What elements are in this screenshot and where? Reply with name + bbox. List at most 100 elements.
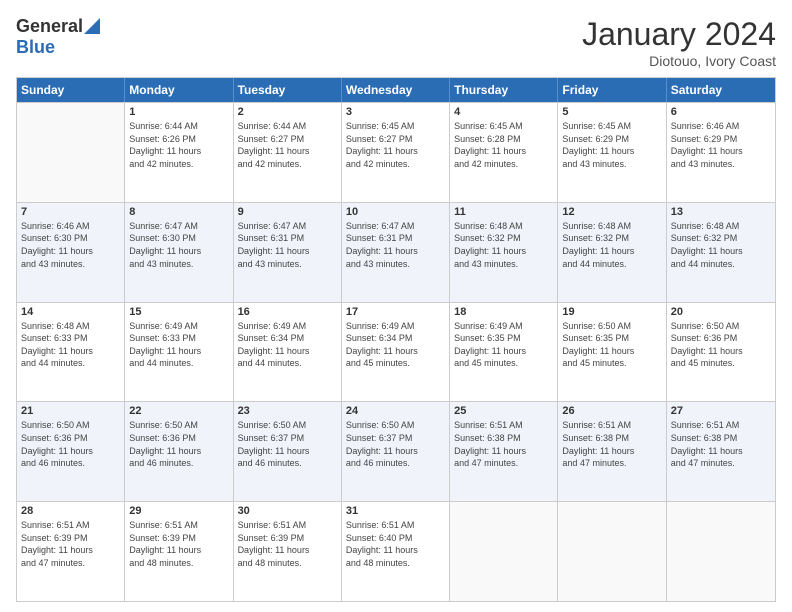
- logo-general: General: [16, 16, 83, 37]
- calendar-title: January 2024: [582, 16, 776, 53]
- day-number: 22: [129, 405, 228, 417]
- calendar-week-2: 7 Sunrise: 6:46 AM Sunset: 6:30 PM Daylig…: [17, 202, 775, 302]
- day-content: Sunrise: 6:50 AM Sunset: 6:37 PM Dayligh…: [346, 419, 445, 469]
- calendar-cell: 21Sunrise: 6:50 AM Sunset: 6:36 PM Dayli…: [17, 402, 125, 501]
- day-number: 20: [671, 306, 771, 318]
- calendar-cell: 27Sunrise: 6:51 AM Sunset: 6:38 PM Dayli…: [667, 402, 775, 501]
- calendar-header-cell-saturday: Saturday: [667, 78, 775, 102]
- day-number: 8: [129, 206, 228, 218]
- calendar-cell: 20 Sunrise: 6:50 AM Sunset: 6:36 PM Dayli…: [667, 303, 775, 402]
- day-content: Sunrise: 6:49 AM Sunset: 6:33 PM Dayligh…: [129, 320, 228, 370]
- calendar-cell: 11Sunrise: 6:48 AM Sunset: 6:32 PM Dayli…: [450, 203, 558, 302]
- day-number: 27: [671, 405, 771, 417]
- calendar-cell: 1Sunrise: 6:44 AM Sunset: 6:26 PM Daylig…: [125, 103, 233, 202]
- day-content: Sunrise: 6:48 AM Sunset: 6:32 PM Dayligh…: [454, 220, 553, 270]
- day-number: 4: [454, 106, 553, 118]
- day-number: 14: [21, 306, 120, 318]
- day-content: Sunrise: 6:45 AM Sunset: 6:28 PM Dayligh…: [454, 120, 553, 170]
- day-number: 24: [346, 405, 445, 417]
- day-content: Sunrise: 6:49 AM Sunset: 6:35 PM Dayligh…: [454, 320, 553, 370]
- day-content: Sunrise: 6:49 AM Sunset: 6:34 PM Dayligh…: [346, 320, 445, 370]
- day-content: Sunrise: 6:47 AM Sunset: 6:31 PM Dayligh…: [238, 220, 337, 270]
- calendar-week-3: 14 Sunrise: 6:48 AM Sunset: 6:33 PM Dayli…: [17, 302, 775, 402]
- calendar-cell: 14 Sunrise: 6:48 AM Sunset: 6:33 PM Dayli…: [17, 303, 125, 402]
- day-content: Sunrise: 6:47 AM Sunset: 6:31 PM Dayligh…: [346, 220, 445, 270]
- header: General Blue January 2024 Diotouo, Ivory…: [16, 16, 776, 69]
- day-number: 18: [454, 306, 553, 318]
- day-number: 19: [562, 306, 661, 318]
- calendar-cell: 17 Sunrise: 6:49 AM Sunset: 6:34 PM Dayli…: [342, 303, 450, 402]
- calendar-cell: 9 Sunrise: 6:47 AM Sunset: 6:31 PM Daylig…: [234, 203, 342, 302]
- day-number: 6: [671, 106, 771, 118]
- calendar-cell: 23 Sunrise: 6:50 AM Sunset: 6:37 PM Dayli…: [234, 402, 342, 501]
- day-content: Sunrise: 6:49 AM Sunset: 6:34 PM Dayligh…: [238, 320, 337, 370]
- calendar-header-cell-sunday: Sunday: [17, 78, 125, 102]
- calendar-cell: 31Sunrise: 6:51 AM Sunset: 6:40 PM Dayli…: [342, 502, 450, 601]
- day-number: 12: [562, 206, 661, 218]
- day-content: Sunrise: 6:51 AM Sunset: 6:39 PM Dayligh…: [21, 519, 120, 569]
- day-number: 30: [238, 505, 337, 517]
- day-number: 21: [21, 405, 120, 417]
- day-content: Sunrise: 6:48 AM Sunset: 6:32 PM Dayligh…: [562, 220, 661, 270]
- calendar-header-cell-thursday: Thursday: [450, 78, 558, 102]
- day-content: Sunrise: 6:50 AM Sunset: 6:35 PM Dayligh…: [562, 320, 661, 370]
- calendar-cell: 24 Sunrise: 6:50 AM Sunset: 6:37 PM Dayli…: [342, 402, 450, 501]
- day-number: 9: [238, 206, 337, 218]
- day-content: Sunrise: 6:45 AM Sunset: 6:27 PM Dayligh…: [346, 120, 445, 170]
- calendar-header-cell-tuesday: Tuesday: [234, 78, 342, 102]
- calendar-cell: 30 Sunrise: 6:51 AM Sunset: 6:39 PM Dayli…: [234, 502, 342, 601]
- day-content: Sunrise: 6:47 AM Sunset: 6:30 PM Dayligh…: [129, 220, 228, 270]
- day-content: Sunrise: 6:50 AM Sunset: 6:36 PM Dayligh…: [671, 320, 771, 370]
- calendar-cell: 29 Sunrise: 6:51 AM Sunset: 6:39 PM Dayli…: [125, 502, 233, 601]
- day-number: 7: [21, 206, 120, 218]
- calendar-week-4: 21 Sunrise: 6:50 AM Sunset: 6:36 PM Dayli…: [17, 401, 775, 501]
- calendar-cell: 5Sunrise: 6:45 AM Sunset: 6:29 PM Daylig…: [558, 103, 666, 202]
- calendar-cell: 7 Sunrise: 6:46 AM Sunset: 6:30 PM Daylig…: [17, 203, 125, 302]
- title-section: January 2024 Diotouo, Ivory Coast: [582, 16, 776, 69]
- calendar-header-cell-monday: Monday: [125, 78, 233, 102]
- day-content: Sunrise: 6:44 AM Sunset: 6:27 PM Dayligh…: [238, 120, 337, 170]
- calendar-cell: 16 Sunrise: 6:49 AM Sunset: 6:34 PM Dayli…: [234, 303, 342, 402]
- day-number: 1: [129, 106, 228, 118]
- day-content: Sunrise: 6:51 AM Sunset: 6:38 PM Dayligh…: [454, 419, 553, 469]
- logo-blue: Blue: [16, 37, 55, 57]
- day-content: Sunrise: 6:50 AM Sunset: 6:37 PM Dayligh…: [238, 419, 337, 469]
- day-content: Sunrise: 6:48 AM Sunset: 6:32 PM Dayligh…: [671, 220, 771, 270]
- day-content: Sunrise: 6:50 AM Sunset: 6:36 PM Dayligh…: [129, 419, 228, 469]
- page: General Blue January 2024 Diotouo, Ivory…: [0, 0, 792, 612]
- day-number: 2: [238, 106, 337, 118]
- day-number: 10: [346, 206, 445, 218]
- calendar-header-cell-friday: Friday: [558, 78, 666, 102]
- calendar-cell: [17, 103, 125, 202]
- logo-triangle-icon: [84, 18, 100, 34]
- day-content: Sunrise: 6:46 AM Sunset: 6:29 PM Dayligh…: [671, 120, 771, 170]
- logo: General Blue: [16, 16, 100, 58]
- calendar-cell: 18 Sunrise: 6:49 AM Sunset: 6:35 PM Dayli…: [450, 303, 558, 402]
- day-number: 25: [454, 405, 553, 417]
- calendar-cell: 25 Sunrise: 6:51 AM Sunset: 6:38 PM Dayli…: [450, 402, 558, 501]
- day-number: 23: [238, 405, 337, 417]
- calendar-cell: 26Sunrise: 6:51 AM Sunset: 6:38 PM Dayli…: [558, 402, 666, 501]
- calendar-week-1: 1Sunrise: 6:44 AM Sunset: 6:26 PM Daylig…: [17, 102, 775, 202]
- day-content: Sunrise: 6:51 AM Sunset: 6:39 PM Dayligh…: [238, 519, 337, 569]
- day-number: 29: [129, 505, 228, 517]
- calendar-cell: 2 Sunrise: 6:44 AM Sunset: 6:27 PM Daylig…: [234, 103, 342, 202]
- calendar-week-5: 28 Sunrise: 6:51 AM Sunset: 6:39 PM Dayli…: [17, 501, 775, 601]
- day-number: 5: [562, 106, 661, 118]
- day-content: Sunrise: 6:51 AM Sunset: 6:40 PM Dayligh…: [346, 519, 445, 569]
- day-content: Sunrise: 6:51 AM Sunset: 6:39 PM Dayligh…: [129, 519, 228, 569]
- calendar-cell: 10 Sunrise: 6:47 AM Sunset: 6:31 PM Dayli…: [342, 203, 450, 302]
- calendar-cell: [667, 502, 775, 601]
- day-number: 17: [346, 306, 445, 318]
- calendar-cell: 3Sunrise: 6:45 AM Sunset: 6:27 PM Daylig…: [342, 103, 450, 202]
- day-number: 28: [21, 505, 120, 517]
- calendar-cell: [450, 502, 558, 601]
- calendar-cell: 12 Sunrise: 6:48 AM Sunset: 6:32 PM Dayli…: [558, 203, 666, 302]
- calendar-cell: 22 Sunrise: 6:50 AM Sunset: 6:36 PM Dayli…: [125, 402, 233, 501]
- day-content: Sunrise: 6:48 AM Sunset: 6:33 PM Dayligh…: [21, 320, 120, 370]
- calendar-cell: 4 Sunrise: 6:45 AM Sunset: 6:28 PM Daylig…: [450, 103, 558, 202]
- calendar-cell: 8 Sunrise: 6:47 AM Sunset: 6:30 PM Daylig…: [125, 203, 233, 302]
- day-number: 16: [238, 306, 337, 318]
- calendar-header-cell-wednesday: Wednesday: [342, 78, 450, 102]
- day-content: Sunrise: 6:46 AM Sunset: 6:30 PM Dayligh…: [21, 220, 120, 270]
